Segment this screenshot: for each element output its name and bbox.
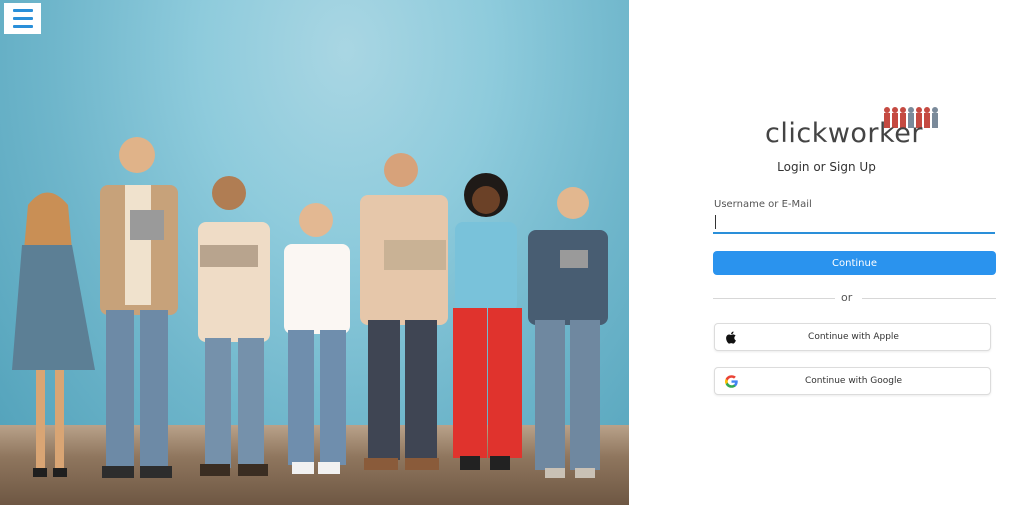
hamburger-menu-icon-bar (12, 17, 33, 20)
person-figure (360, 153, 448, 470)
hamburger-menu-icon-bar (12, 25, 33, 28)
text-caret (715, 215, 716, 229)
page-subtitle: Login or Sign Up (777, 160, 876, 174)
people-illustration (12, 137, 608, 478)
apple-button-label: Continue with Apple (808, 332, 899, 342)
hamburger-menu-icon (12, 9, 33, 12)
divider-right (862, 298, 996, 299)
logo-text: clickworker (765, 118, 923, 149)
login-panel: clickworker Login or Sign Up Username or… (629, 0, 1024, 505)
hamburger-menu-button[interactable] (4, 3, 41, 34)
person-figure (284, 203, 350, 474)
continue-with-apple-button[interactable]: Continue with Apple (714, 323, 991, 351)
hero-image (0, 0, 629, 505)
or-separator: or (841, 291, 853, 304)
person-figure (12, 192, 95, 477)
divider-left (713, 298, 835, 299)
person-figure (528, 187, 608, 478)
person-figure (453, 173, 522, 470)
continue-button[interactable]: Continue (713, 251, 996, 275)
continue-with-google-button[interactable]: Continue with Google (714, 367, 991, 395)
google-button-label: Continue with Google (804, 376, 903, 386)
person-figure (100, 137, 178, 478)
username-label: Username or E-Mail (714, 199, 812, 210)
clickworker-logo: clickworker (765, 106, 941, 151)
username-input[interactable] (713, 212, 995, 234)
person-figure (198, 176, 270, 476)
